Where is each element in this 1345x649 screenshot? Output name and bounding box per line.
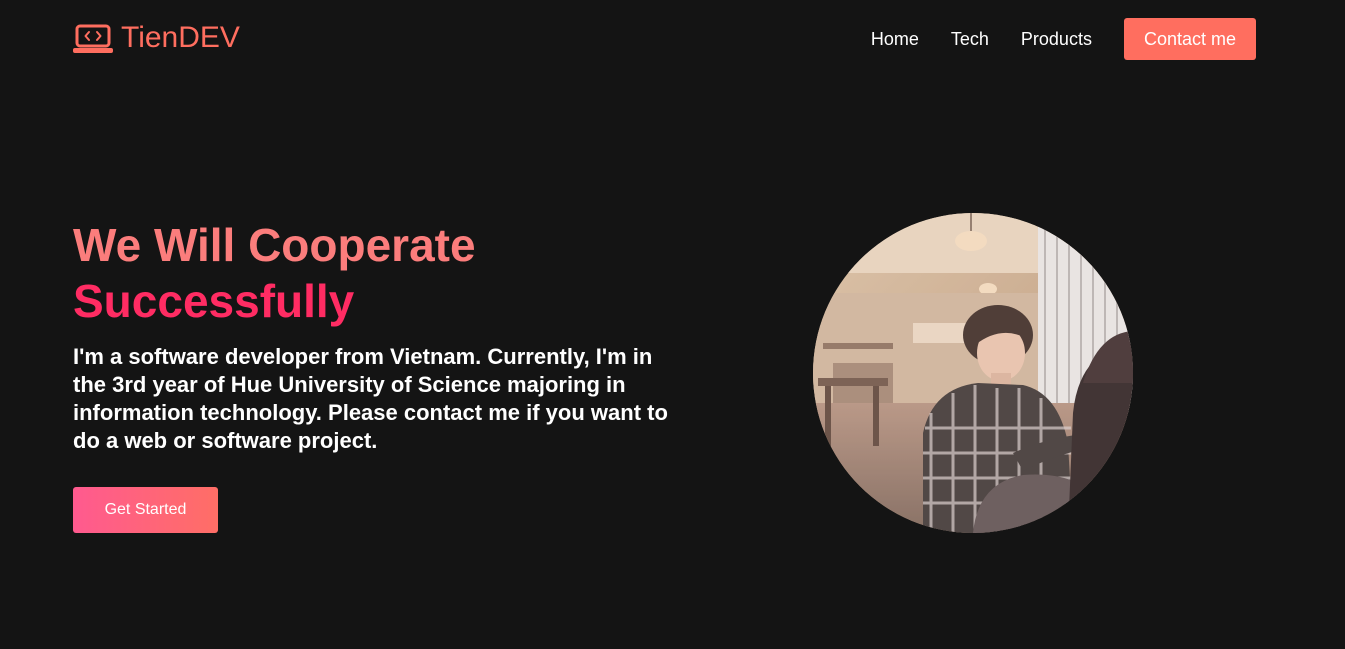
brand-name: TienDEV xyxy=(121,21,240,54)
brand-logo[interactable]: TienDEV xyxy=(73,20,240,56)
nav-products-link[interactable]: Products xyxy=(1021,18,1092,60)
profile-photo xyxy=(813,213,1133,533)
hero-title-line1: We Will Cooperate xyxy=(73,219,476,271)
navbar: TienDEV Home Tech Products Contact me xyxy=(0,0,1345,78)
page: TienDEV Home Tech Products Contact me We… xyxy=(0,0,1345,649)
nav-links: Home Tech Products Contact me xyxy=(871,18,1256,60)
nav-tech-link[interactable]: Tech xyxy=(951,18,989,60)
nav-home-link[interactable]: Home xyxy=(871,18,919,60)
contact-me-button[interactable]: Contact me xyxy=(1123,18,1256,60)
get-started-button[interactable]: Get Started xyxy=(73,487,218,533)
laptop-code-icon xyxy=(73,21,113,55)
hero-title: We Will Cooperate Successfully xyxy=(73,217,476,329)
hero-title-line2: Successfully xyxy=(73,275,355,327)
hero-description: I'm a software developer from Vietnam. C… xyxy=(73,344,668,453)
